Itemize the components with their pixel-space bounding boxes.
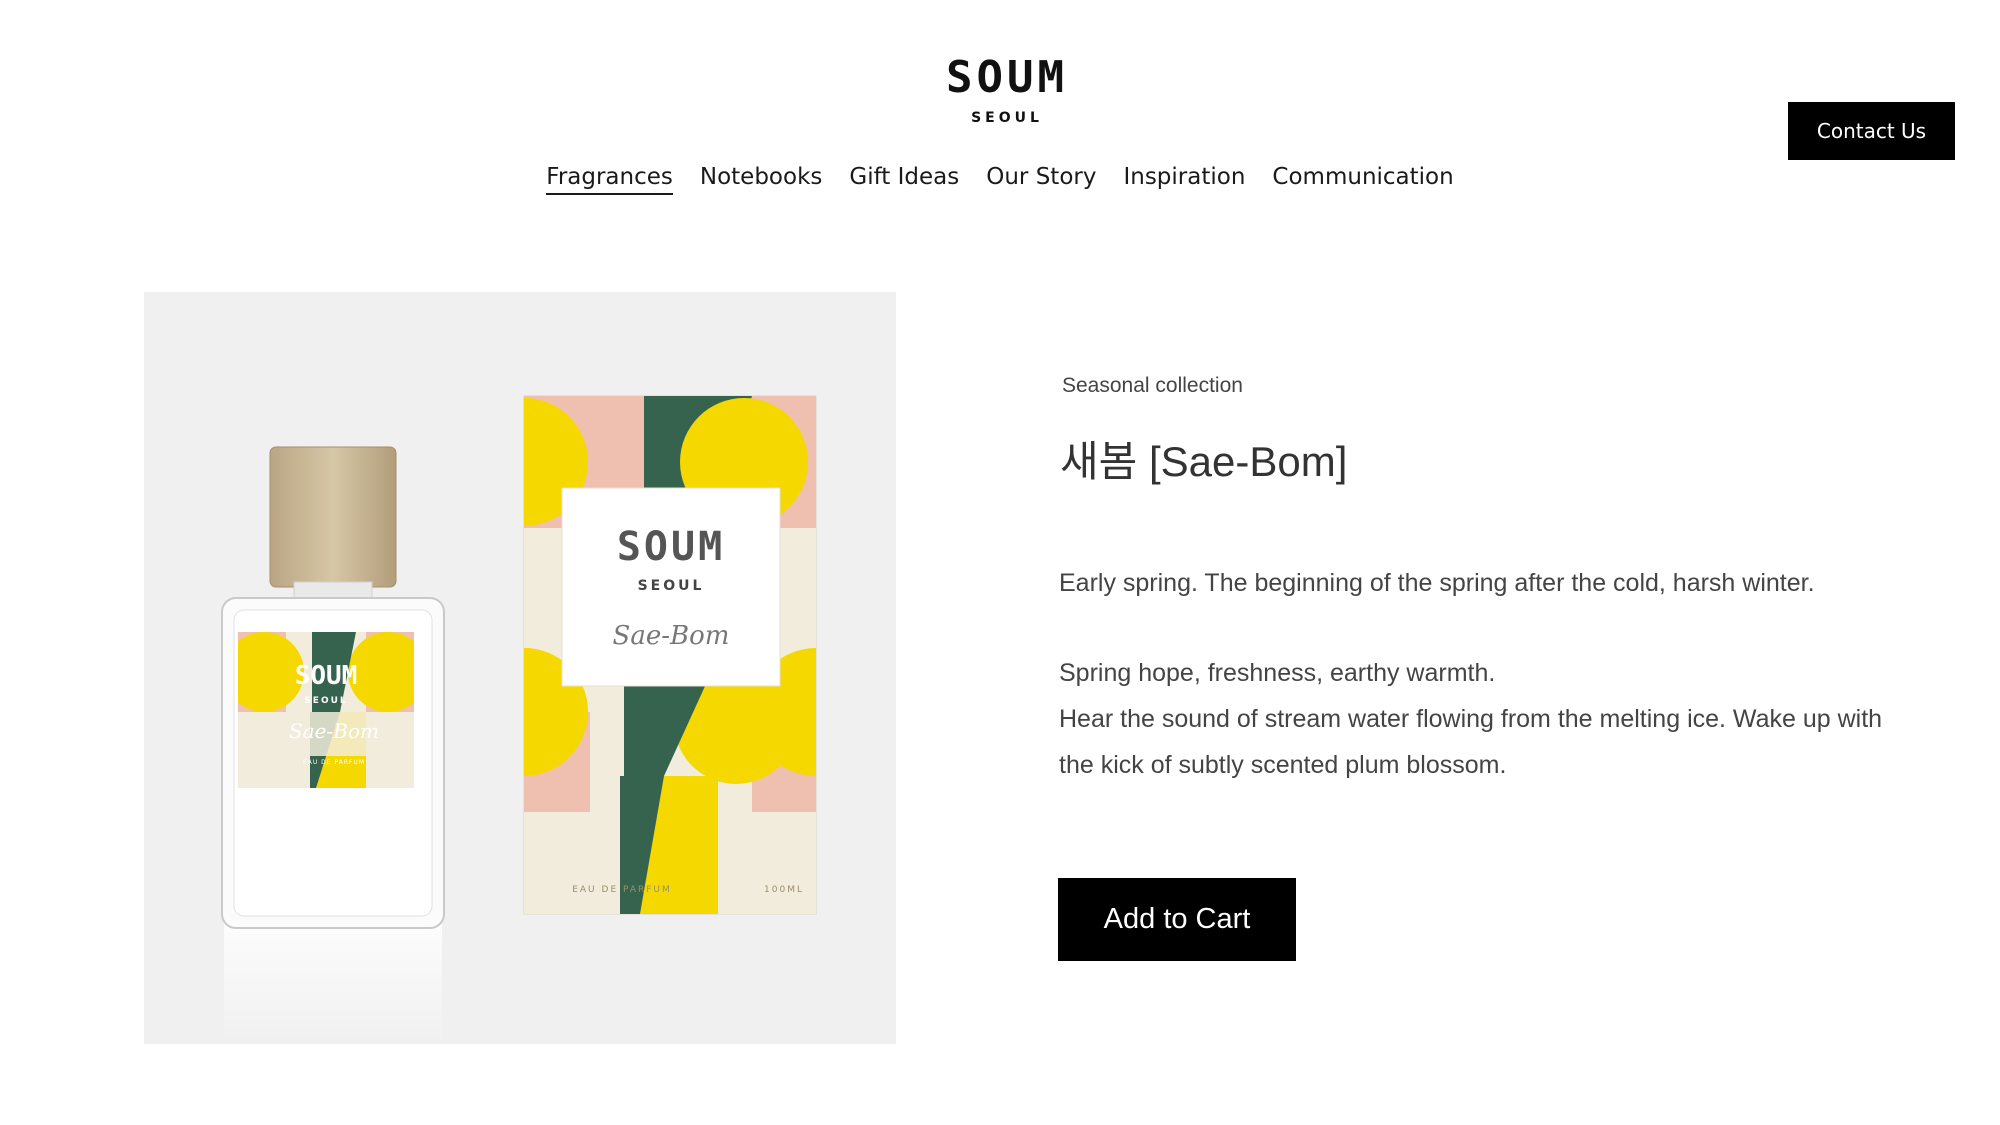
product-description: Early spring. The beginning of the sprin… [1059,560,1889,788]
logo-city: SEOUL [971,110,1043,126]
nav-item-gift-ideas[interactable]: Gift Ideas [849,164,959,195]
contact-us-button[interactable]: Contact Us [1788,102,1955,160]
product-title: 새봄 [Sae-Bom] [1060,438,1348,485]
box-type-text: EAU DE PARFUM [572,885,672,895]
nav-item-our-story[interactable]: Our Story [986,164,1096,195]
bottle-name-text: Sae-Bom [289,719,379,743]
brand-logo[interactable]: SOUM SEOUL [944,52,1070,127]
description-line: Hear the sound of stream water flowing f… [1059,705,1883,779]
collection-label: Seasonal collection [1062,374,1243,397]
description-line: Spring hope, freshness, earthy warmth. [1059,659,1496,687]
nav-item-communication[interactable]: Communication [1272,164,1453,195]
nav-item-notebooks[interactable]: Notebooks [700,164,823,195]
box-name-text: Sae-Bom [613,621,730,651]
product-image: SOUM SEOUL Sae-Bom EAU DE PARFUM SOUM SE… [144,292,896,1044]
product-page: SOUM SEOUL Fragrances Notebooks Gift Ide… [0,0,2000,1125]
perfume-bottle: SOUM SEOUL Sae-Bom EAU DE PARFUM [221,446,445,1044]
perfume-box: SOUM SEOUL Sae-Bom EAU DE PARFUM 100ML [523,395,817,915]
bottle-city-text: SEOUL [304,696,347,706]
nav-item-inspiration[interactable]: Inspiration [1123,164,1245,195]
box-volume-text: 100ML [764,885,804,895]
bottle-type-text: EAU DE PARFUM [303,759,365,766]
nav-item-fragrances[interactable]: Fragrances [546,164,673,195]
logo-wordmark: SOUM [946,52,1068,103]
bottle-brand-text: SOUM [295,661,358,691]
main-nav: Fragrances Notebooks Gift Ideas Our Stor… [0,164,2000,195]
box-city-text: SEOUL [638,578,705,594]
box-brand-text: SOUM [617,524,725,570]
description-line: Early spring. The beginning of the sprin… [1059,569,1815,597]
add-to-cart-button[interactable]: Add to Cart [1058,878,1296,961]
